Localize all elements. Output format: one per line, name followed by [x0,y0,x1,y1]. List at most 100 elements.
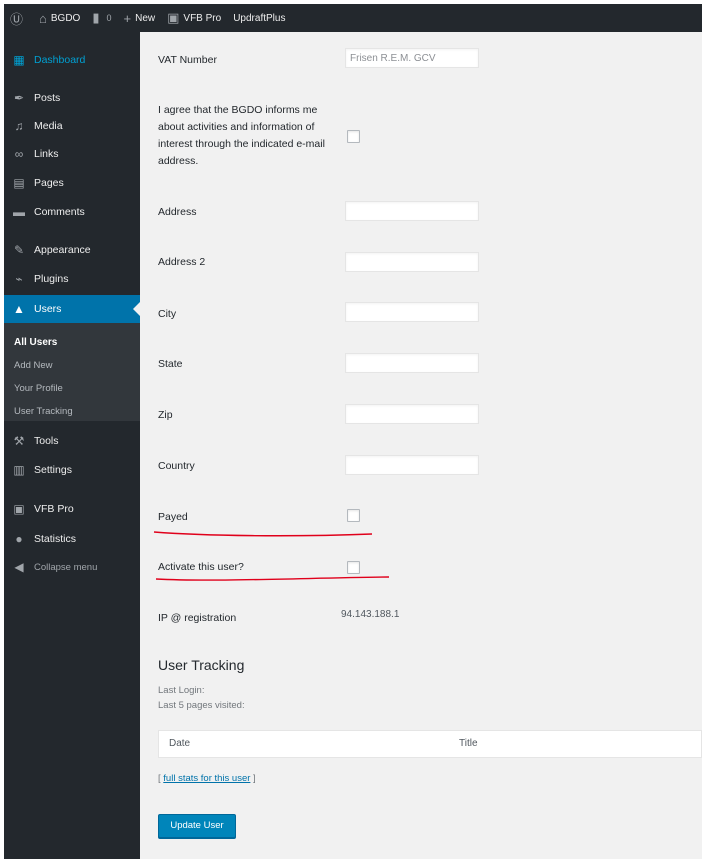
user-tracking-heading: User Tracking [158,657,245,673]
collapse-icon: ◀ [14,560,24,574]
last-pages-text: Last 5 pages visited: [158,700,245,711]
comments-count: 0 [106,13,112,23]
country-field[interactable] [345,455,479,475]
updraftplus-link[interactable]: UpdraftPlus [227,4,291,32]
media-icon: ♫ [14,119,24,133]
vfb-label: VFB Pro [183,12,222,24]
sidebar-item-pages[interactable]: ▤ Pages [4,169,140,197]
collapse-menu-button[interactable]: ◀ Collapse menu [4,553,140,581]
vat-label: VAT Number [158,54,217,66]
settings-icon: ▥ [13,463,25,477]
sidebar-item-label: Plugins [34,273,69,285]
sidebar-item-appearance[interactable]: ✎ Appearance [4,236,140,264]
sidebar-item-tools[interactable]: ⚒ Tools [4,427,140,455]
sidebar-item-label: Settings [34,464,72,476]
city-label: City [158,308,177,320]
state-label: State [158,358,183,370]
sidebar-item-label: Tools [34,435,59,447]
sidebar-item-label: Pages [34,177,64,189]
payed-label: Payed [158,511,188,523]
full-stats-line: [ full stats for this user ] [158,773,256,784]
admin-bar: Ⓤ ⌂ BGDO ▮ 0 + New ▣ VFB Pro UpdraftPlus [4,4,702,32]
sidebar-item-label: Collapse menu [34,561,98,573]
plugins-icon: ⌁ [15,272,23,286]
dashboard-icon: ▦ [13,53,25,67]
site-name: BGDO [50,12,81,24]
users-submenu: All Users Add New Your Profile User Trac… [4,323,140,421]
pages-icon: ▤ [13,176,25,190]
home-icon: ⌂ [39,10,47,26]
sidebar-item-settings[interactable]: ▥ Settings [4,456,140,484]
vat-number-field[interactable] [345,48,479,68]
sidebar-item-label: Comments [34,206,85,218]
admin-window: Ⓤ ⌂ BGDO ▮ 0 + New ▣ VFB Pro UpdraftPlus… [4,4,702,859]
sidebar-item-users[interactable]: ▲ Users [4,295,140,323]
consent-label: I agree that the BGDO informs me about a… [158,104,325,167]
sidebar-item-label: Statistics [34,533,77,545]
form-icon: ▣ [167,10,180,25]
submenu-user-tracking[interactable]: User Tracking [4,400,140,423]
update-user-button[interactable]: Update User [158,814,236,838]
sidebar-item-media[interactable]: ♫ Media [4,112,140,140]
column-header-title: Title [459,738,478,749]
column-header-date: Date [169,738,191,749]
ip-registration-value: 94.143.188.1 [341,609,400,620]
submenu-your-profile[interactable]: Your Profile [4,377,140,400]
last-login-text: Last Login: [158,685,205,696]
payed-checkbox[interactable] [347,509,360,522]
current-menu-arrow [133,302,140,316]
address-label: Address [158,206,197,218]
tools-icon: ⚒ [13,434,25,448]
submenu-all-users[interactable]: All Users [4,331,140,354]
pin-icon: ✒ [13,91,25,105]
activate-user-label: Activate this user? [158,561,244,573]
link-icon: ∞ [14,147,24,161]
vfb-icon: ▣ [13,502,25,516]
full-stats-link[interactable]: full stats for this user [163,773,250,784]
comments-link[interactable]: ▮ 0 [86,4,117,32]
statistics-icon: ● [15,532,23,546]
bracket-close: ] [250,773,256,784]
sidebar-item-label: Appearance [34,244,91,256]
wordpress-icon: Ⓤ [10,11,24,27]
sidebar-item-plugins[interactable]: ⌁ Plugins [4,265,140,293]
wordpress-logo-button[interactable]: Ⓤ [4,4,33,32]
address2-label: Address 2 [158,256,206,268]
country-label: Country [158,460,195,472]
site-name-link[interactable]: ⌂ BGDO [33,4,86,32]
city-field[interactable] [345,302,479,322]
state-field[interactable] [345,353,479,373]
sidebar-item-dashboard[interactable]: ▦ Dashboard [4,46,140,74]
new-content-link[interactable]: + New [118,4,162,32]
new-label: New [135,12,156,24]
comment-bubble-icon: ▮ [92,10,100,25]
sidebar-item-label: Media [34,120,63,132]
consent-checkbox[interactable] [347,130,360,143]
sidebar-item-label: Posts [34,92,61,104]
submenu-add-new[interactable]: Add New [4,354,140,377]
comments-icon: ▬ [13,205,25,219]
address-field[interactable] [345,201,479,221]
address2-field[interactable] [345,252,479,272]
zip-field[interactable] [345,404,479,424]
sidebar-item-label: Dashboard [34,54,86,66]
activate-user-checkbox[interactable] [347,561,360,574]
plus-icon: + [123,10,132,26]
admin-sidebar: ▦ Dashboard ✒ Posts ♫ Media ∞ Links ▤ Pa… [4,32,140,859]
zip-label: Zip [158,409,173,421]
sidebar-item-statistics[interactable]: ● Statistics [4,525,140,553]
sidebar-item-label: Links [34,148,59,160]
sidebar-item-vfb-pro[interactable]: ▣ VFB Pro [4,495,140,523]
sidebar-item-links[interactable]: ∞ Links [4,140,140,168]
sidebar-item-label: VFB Pro [34,503,74,515]
sidebar-item-comments[interactable]: ▬ Comments [4,198,140,226]
profile-form: VAT Number I agree that the BGDO informs… [140,32,702,859]
tracking-table: Date Title [158,730,702,758]
appearance-icon: ✎ [13,243,25,257]
vfb-pro-link[interactable]: ▣ VFB Pro [161,4,227,32]
sidebar-item-posts[interactable]: ✒ Posts [4,84,140,112]
users-icon: ▲ [13,302,25,316]
ip-registration-label: IP @ registration [158,612,237,624]
sidebar-item-label: Users [34,303,62,315]
updraft-label: UpdraftPlus [233,12,286,24]
